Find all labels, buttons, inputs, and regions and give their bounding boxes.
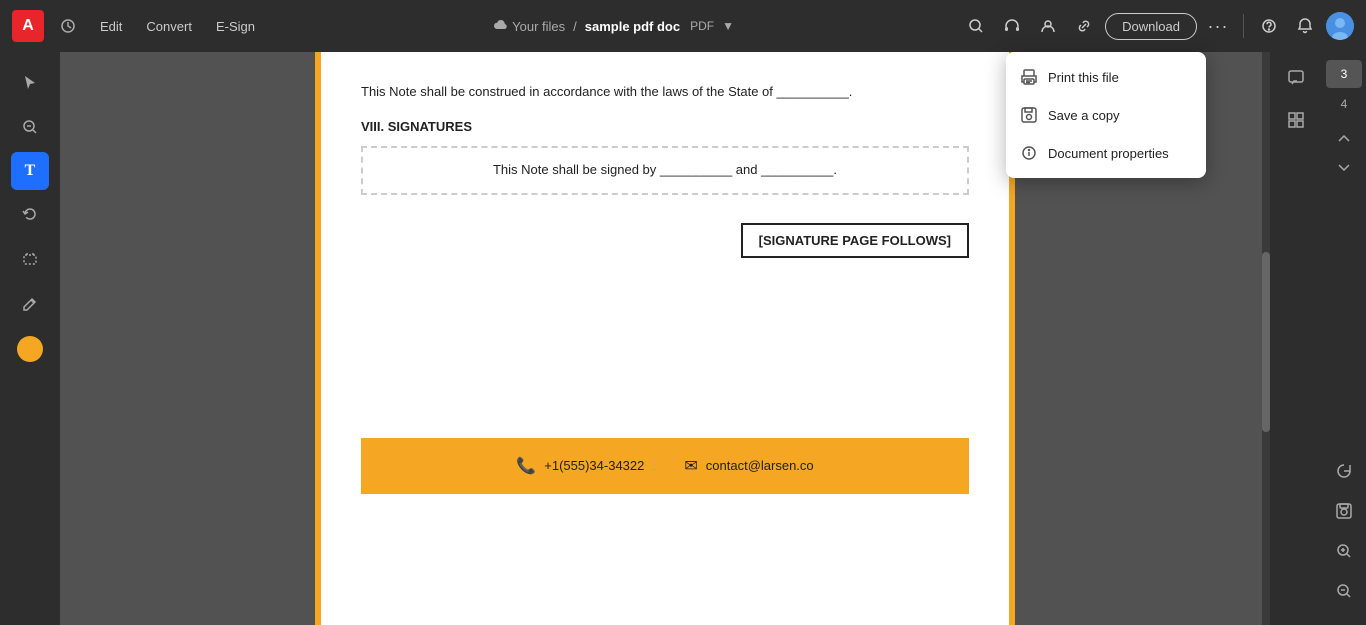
pdf-content: This Note shall be construed in accordan… (361, 82, 969, 103)
signature-follows: [SIGNATURE PAGE FOLLOWS] (741, 223, 969, 258)
notifications-button[interactable] (1290, 11, 1320, 41)
print-label: Print this file (1048, 70, 1119, 85)
breadcrumb-prefix: Your files (512, 19, 565, 34)
page-4-indicator[interactable]: 4 (1326, 90, 1362, 118)
properties-icon (1020, 144, 1038, 162)
scrollbar-track (1262, 52, 1270, 625)
account-button[interactable] (1033, 11, 1063, 41)
annotate-tool[interactable] (11, 284, 49, 322)
pdf-page: This Note shall be construed in accordan… (315, 52, 1015, 625)
history-button[interactable] (52, 10, 84, 42)
page-nav (1326, 124, 1362, 182)
save-view-button[interactable] (1326, 493, 1362, 529)
download-button[interactable]: Download (1105, 13, 1197, 40)
zoom-controls (1326, 393, 1362, 617)
search-button[interactable] (961, 11, 991, 41)
pdf-para2: This Note shall be signed by __________ … (379, 160, 951, 181)
page-up-button[interactable] (1326, 124, 1362, 152)
breadcrumb-dropdown-icon[interactable]: ▼ (722, 19, 734, 33)
save-copy-icon (1020, 106, 1038, 124)
save-copy-label: Save a copy (1048, 108, 1120, 123)
zoom-tool[interactable] (11, 108, 49, 146)
select-tool[interactable] (11, 240, 49, 278)
signature-section: This Note shall be signed by __________ … (361, 146, 969, 195)
footer-phone: 📞 +1(555)34-34322 (516, 456, 644, 476)
edit-menu[interactable]: Edit (92, 15, 130, 38)
doc-properties-item[interactable]: Document properties (1006, 134, 1206, 172)
footer-email: ✉ contact@larsen.co (684, 456, 813, 476)
email-icon: ✉ (684, 456, 697, 476)
refresh-button[interactable] (1326, 453, 1362, 489)
printer-icon (1020, 68, 1038, 86)
breadcrumb-separator: / (573, 19, 577, 34)
zoom-in-button[interactable] (1326, 533, 1362, 569)
text-tool[interactable]: T (11, 152, 49, 190)
toolbar-right: Download ··· (961, 11, 1354, 41)
avatar[interactable] (1326, 12, 1354, 40)
breadcrumb: Your files / sample pdf doc PDF ▼ (271, 18, 953, 35)
print-file-item[interactable]: Print this file (1006, 58, 1206, 96)
esign-menu[interactable]: E-Sign (208, 15, 263, 38)
left-toolbar: T (0, 52, 60, 625)
page-sidebar: 3 4 (1322, 52, 1366, 625)
page-down-button[interactable] (1326, 154, 1362, 182)
zoom-out-button[interactable] (1326, 573, 1362, 609)
color-picker[interactable] (17, 336, 43, 362)
pdf-para1: This Note shall be construed in accordan… (361, 82, 969, 103)
cursor-tool[interactable] (11, 64, 49, 102)
link-button[interactable] (1069, 11, 1099, 41)
headphone-button[interactable] (997, 11, 1027, 41)
page-3-indicator[interactable]: 3 (1326, 60, 1362, 88)
app-logo: A (12, 10, 44, 42)
comment-panel-button[interactable] (1278, 60, 1314, 96)
breadcrumb-filename: sample pdf doc (585, 19, 680, 34)
convert-menu[interactable]: Convert (138, 15, 200, 38)
undo-tool[interactable] (11, 196, 49, 234)
breadcrumb-filetype: PDF (690, 19, 714, 33)
help-button[interactable] (1254, 11, 1284, 41)
toolbar: A Edit Convert E-Sign Your files / sampl… (0, 0, 1366, 52)
right-sidebar (1270, 52, 1322, 625)
cloud-icon (490, 18, 508, 35)
doc-properties-label: Document properties (1048, 146, 1169, 161)
grid-view-button[interactable] (1278, 102, 1314, 138)
scrollbar-thumb[interactable] (1262, 252, 1270, 432)
save-copy-item[interactable]: Save a copy (1006, 96, 1206, 134)
toolbar-divider (1243, 14, 1244, 38)
dropdown-menu: Print this file Save a copy Document pro… (1006, 52, 1206, 178)
pdf-footer: 📞 +1(555)34-34322 ✉ contact@larsen.co (361, 438, 969, 494)
pdf-section-title: VIII. SIGNATURES (361, 119, 969, 134)
more-options-button[interactable]: ··· (1203, 11, 1233, 41)
phone-icon: 📞 (516, 456, 536, 476)
